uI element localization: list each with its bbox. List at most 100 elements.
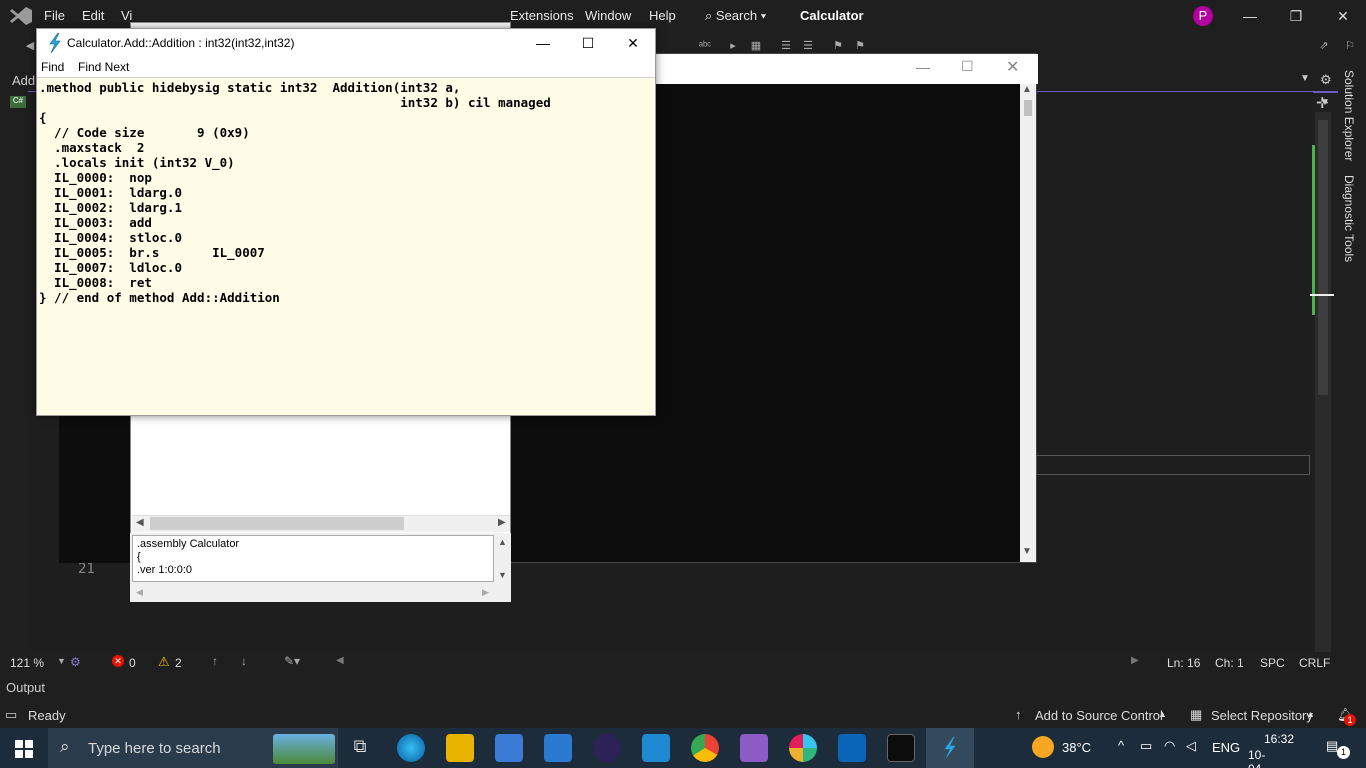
menu-find[interactable]: Find [41,60,64,74]
info-line: { [137,551,141,563]
close-icon[interactable]: ✕ [1006,57,1019,77]
minimize-icon[interactable]: — [1240,6,1260,26]
wifi-icon[interactable]: ◠ [1164,738,1175,754]
select-icon[interactable]: ▸ [725,38,741,54]
scroll-left-icon[interactable]: ◀ [336,655,344,666]
ildasm-scroll-thumb[interactable] [150,517,404,530]
menu-help[interactable]: Help [649,8,676,23]
temperature[interactable]: 38°C [1062,740,1091,755]
chevron-up-icon[interactable]: ^ [1118,738,1124,753]
menu-extensions[interactable]: Extensions [510,8,574,23]
add-to-source-control-button[interactable]: Add to Source Control [1035,708,1163,723]
error-count[interactable]: 0 [129,656,136,670]
feedback-icon[interactable]: ⚐ [1342,38,1358,54]
vscode-icon[interactable] [642,734,670,762]
scroll-left-icon[interactable]: ◀ [136,517,144,528]
outlook-icon[interactable] [838,734,866,762]
disassembly-window[interactable]: Calculator.Add::Addition : int32(int32,i… [36,28,656,416]
layout-icon[interactable]: ▦ [748,38,764,54]
settings-gear-icon[interactable]: ⚙ [1320,72,1332,88]
menu-file[interactable]: File [44,8,65,23]
cleanup-brush-icon[interactable]: ✎▾ [284,654,300,668]
info-line: .assembly Calculator [137,538,240,550]
ildasm-info-text[interactable]: .assembly Calculator { .ver 1:0:0:0 [132,535,494,582]
menu-window[interactable]: Window [585,8,631,23]
select-repository-button[interactable]: Select Repository [1211,708,1313,723]
scroll-left-icon[interactable]: ◀ [136,587,143,598]
minimize-icon[interactable]: — [532,32,554,54]
whitespace-indicator[interactable]: SPC [1260,656,1285,670]
store-icon[interactable] [495,734,523,762]
change-indicator [1312,145,1315,315]
il-code-text[interactable]: .method public hidebysig static int32 Ad… [37,79,655,415]
clock-date[interactable]: 10-04-2024 [1248,748,1275,768]
volume-icon[interactable]: ◁ [1186,738,1196,754]
line-ending-indicator[interactable]: CRLF [1299,656,1330,670]
slack-icon[interactable] [789,734,817,762]
scroll-up-icon[interactable]: ▲ [498,537,507,547]
ildasm-taskbar-button[interactable] [926,728,974,768]
output-tab[interactable]: Output [6,680,45,695]
start-button[interactable] [0,728,48,768]
tab-partial[interactable]: Add [12,73,35,88]
solution-explorer-tab[interactable]: Solution Explorer [1342,70,1356,161]
disassembly-menu-bar: Find Find Next [37,57,655,78]
clock-time[interactable]: 16:32 [1264,732,1294,746]
menu-edit[interactable]: Edit [82,8,104,23]
taskbar-search-box[interactable]: ⌕ Type here to search [48,728,338,768]
line-indicator[interactable]: Ln: 16 [1167,656,1200,670]
tab-dropdown-icon[interactable]: ▼ [1300,73,1310,84]
bookmark-icon[interactable]: ⚑ [830,38,846,54]
restore-icon[interactable]: ❐ [1286,6,1306,26]
search-icon: ⌕ [705,8,716,23]
weather-icon[interactable] [1032,736,1054,758]
vs-search-button[interactable]: ⌕ Search ▾ [705,8,766,24]
close-icon[interactable]: ✕ [622,32,644,54]
menu-view[interactable]: Vi [121,8,132,23]
outdent-icon[interactable]: ☰ [800,38,816,54]
warning-count[interactable]: 2 [175,656,182,670]
close-icon[interactable]: ✕ [1333,6,1353,26]
chrome-icon[interactable] [691,734,719,762]
down-arrow-icon[interactable]: ↓ [241,654,247,668]
maximize-icon[interactable]: ☐ [961,58,974,75]
visual-studio-icon[interactable] [740,734,768,762]
up-arrow-icon[interactable]: ↑ [212,654,218,668]
scroll-position-marker [1310,294,1334,296]
avatar[interactable]: P [1193,6,1213,26]
mail-icon[interactable] [544,734,572,762]
zoom-dropdown-icon[interactable]: ▼ [57,656,66,666]
bookmark-next-icon[interactable]: ⚑ [852,38,868,54]
diagnostic-tools-tab[interactable]: Diagnostic Tools [1342,175,1356,262]
notification-badge: 1 [1344,714,1356,726]
column-indicator[interactable]: Ch: 1 [1215,656,1244,670]
language-indicator[interactable]: ENG [1212,740,1240,755]
file-explorer-icon[interactable] [446,734,474,762]
task-view-icon[interactable]: ⧉ [346,736,374,764]
terminal-icon[interactable] [887,734,915,762]
menu-find-next[interactable]: Find Next [78,60,129,74]
zoom-level[interactable]: 121 % [10,656,44,670]
editor-scrollbar-thumb[interactable] [1318,120,1328,395]
intellicode-icon[interactable]: ⚙ [70,655,81,669]
spell-check-icon[interactable]: ᵃᵇᶜ [695,38,715,54]
scroll-down-icon[interactable]: ▼ [1022,546,1032,557]
eclipse-icon[interactable] [593,734,621,762]
minimize-icon[interactable]: — [916,59,930,75]
edge-browser-icon[interactable] [397,734,425,762]
split-icon[interactable]: ✛ [1316,94,1329,112]
windows-logo-icon [15,740,33,758]
scroll-right-icon[interactable]: ▶ [482,587,489,598]
indent-icon[interactable]: ☰ [778,38,794,54]
scroll-up-icon[interactable]: ▲ [1022,84,1032,95]
scroll-right-icon[interactable]: ▶ [1131,655,1139,666]
scroll-right-icon[interactable]: ▶ [498,517,506,528]
console-scroll-thumb[interactable] [1024,100,1032,116]
console-scrollbar[interactable]: ▲ ▼ [1020,84,1036,562]
battery-icon[interactable]: ▭ [1140,738,1152,754]
scroll-down-icon[interactable]: ▼ [498,570,507,580]
ildasm-lightning-icon [944,737,956,759]
disassembly-titlebar[interactable]: Calculator.Add::Addition : int32(int32,i… [37,29,655,57]
share-icon[interactable]: ⇗ [1316,38,1332,54]
maximize-icon[interactable]: ☐ [577,32,599,54]
